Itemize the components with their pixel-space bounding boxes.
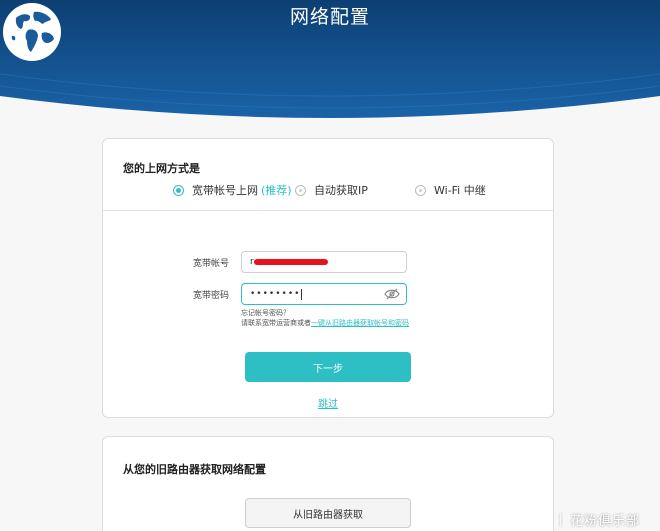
- connection-type-title: 您的上网方式是: [123, 162, 200, 175]
- old-router-title: 从您的旧路由器获取网络配置: [123, 463, 266, 476]
- radio-pppoe-indicator[interactable]: [173, 184, 184, 196]
- radio-pppoe[interactable]: 宽带帐号上网 (推荐): [173, 182, 292, 198]
- radio-wifi-relay-indicator[interactable]: [415, 184, 426, 196]
- forgot-hint: 忘记帐号密码？ 请联系宽带运营商或者一键从旧路由器获取帐号和密码: [241, 308, 409, 328]
- redaction-mark: [254, 259, 328, 265]
- forgot-hint-line1: 忘记帐号密码？: [241, 309, 290, 317]
- eye-icon[interactable]: [384, 288, 400, 300]
- globe-icon: [3, 3, 61, 61]
- radio-wifi-relay-label: Wi-Fi 中继: [434, 184, 486, 197]
- header-banner: 网络配置: [0, 0, 660, 140]
- fetch-from-old-router-button[interactable]: 从旧路由器获取: [245, 498, 411, 528]
- huawei-logo-icon: [533, 514, 552, 526]
- watermark: | 花粉俱乐部: [533, 510, 640, 529]
- recommend-badge: (推荐): [261, 184, 292, 197]
- watermark-separator: |: [558, 512, 564, 527]
- account-label: 宽带帐号: [193, 259, 230, 269]
- old-router-card: 从您的旧路由器获取网络配置 从旧路由器获取: [102, 436, 554, 531]
- skip-link-text[interactable]: 跳过: [318, 399, 338, 410]
- account-input[interactable]: r: [241, 251, 407, 273]
- next-button[interactable]: 下一步: [245, 352, 411, 382]
- forgot-hint-text: 请联系宽带运营商或者: [241, 319, 311, 327]
- watermark-text: 花粉俱乐部: [569, 514, 640, 529]
- forgot-hint-line2: 请联系宽带运营商或者一键从旧路由器获取帐号和密码: [241, 318, 409, 328]
- radio-dhcp-indicator[interactable]: [295, 184, 306, 196]
- connection-card: 您的上网方式是 宽带帐号上网 (推荐) 自动获取IP Wi-Fi 中继 宽带帐号…: [102, 138, 554, 418]
- radio-dhcp-label: 自动获取IP: [314, 184, 368, 197]
- password-label: 宽带密码: [193, 291, 230, 301]
- radio-wifi-relay[interactable]: Wi-Fi 中继: [415, 182, 486, 198]
- radio-pppoe-label: 宽带帐号上网: [192, 184, 258, 197]
- fetch-from-old-router-link[interactable]: 一键从旧路由器获取帐号和密码: [311, 319, 409, 327]
- radio-dhcp[interactable]: 自动获取IP: [295, 182, 368, 198]
- password-input[interactable]: ••••••••: [241, 283, 407, 305]
- skip-link: 跳过: [103, 395, 553, 410]
- card-divider: [103, 210, 553, 211]
- password-value: ••••••••: [250, 289, 301, 299]
- text-cursor: [301, 288, 303, 300]
- page-title: 网络配置: [289, 6, 370, 28]
